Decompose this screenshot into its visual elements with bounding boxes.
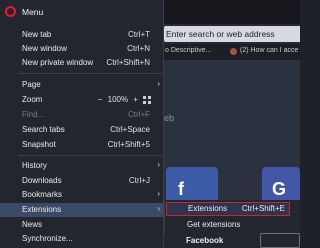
- tile-icon: G: [272, 179, 287, 199]
- chevron-right-icon: ›: [157, 160, 160, 169]
- menu-item-new-window[interactable]: New window Ctrl+N: [0, 42, 164, 56]
- submenu-item-shortcut: Ctrl+Shift+E: [241, 204, 285, 213]
- menu-item-label: Zoom: [22, 95, 43, 104]
- bookmark-favicon-icon: [230, 48, 237, 55]
- menu-item-snapshot[interactable]: Snapshot Ctrl+Shift+5: [0, 138, 164, 152]
- facebook-icon: f: [178, 179, 184, 199]
- submenu-item-extensions[interactable]: Extensions Ctrl+Shift+E: [166, 202, 290, 216]
- menu-item-page[interactable]: Page ›: [0, 78, 164, 92]
- opera-logo-icon: [5, 6, 16, 17]
- speed-dial-caption-facebook: Facebook: [186, 236, 224, 245]
- menu-item-label: Downloads: [22, 176, 62, 185]
- menu-item-label: Extensions: [22, 205, 62, 214]
- menu-header[interactable]: Menu: [0, 0, 164, 24]
- menu-item-downloads[interactable]: Downloads Ctrl+J: [0, 174, 164, 188]
- menu-item-shortcut: Ctrl+F: [128, 110, 150, 119]
- zoom-in-button[interactable]: +: [133, 95, 138, 104]
- menu-item-label: News: [22, 220, 43, 229]
- menu-item-label: Synchronize...: [22, 234, 73, 243]
- chevron-right-icon: ›: [157, 204, 160, 213]
- fullscreen-icon[interactable]: [143, 96, 151, 104]
- menu-title: Menu: [22, 7, 44, 17]
- menu-item-history[interactable]: History ›: [0, 159, 164, 173]
- menu-item-label: New window: [22, 44, 67, 53]
- address-placeholder: Enter search or web address: [166, 29, 275, 39]
- bookmark-item[interactable]: o Descriptive...: [165, 47, 211, 54]
- address-bar[interactable]: Enter search or web address: [164, 26, 300, 42]
- menu-item-shortcut: Ctrl+J: [128, 176, 150, 185]
- submenu-item-label: Extensions: [188, 204, 228, 213]
- menu-item-label: Bookmarks: [22, 190, 63, 199]
- menu-item-label: New tab: [22, 30, 52, 39]
- zoom-out-button[interactable]: −: [98, 95, 103, 104]
- menu-item-shortcut: Ctrl+Shift+5: [107, 140, 150, 149]
- submenu-item-label: Get extensions: [187, 220, 241, 229]
- menu-item-label: Search tabs: [22, 125, 65, 134]
- chevron-right-icon: ›: [157, 79, 160, 88]
- menu-item-find[interactable]: Find... Ctrl+F: [0, 108, 164, 122]
- menu-item-label: New private window: [22, 58, 94, 67]
- zoom-level: 100%: [107, 95, 129, 104]
- menu-item-news[interactable]: News: [0, 218, 164, 232]
- menu-item-synchronize[interactable]: Synchronize...: [0, 232, 164, 246]
- menu-item-new-tab[interactable]: New tab Ctrl+T: [0, 28, 164, 42]
- menu-separator: [18, 73, 164, 74]
- menu-separator: [18, 155, 164, 156]
- search-field-text: eb: [164, 113, 175, 123]
- chevron-right-icon: ›: [157, 189, 160, 198]
- bookmarks-bar: o Descriptive... (2) How can I acce: [164, 44, 300, 60]
- zoom-control: − 100% +: [98, 95, 138, 104]
- menu-item-zoom[interactable]: Zoom − 100% +: [0, 93, 164, 107]
- submenu-item-get-extensions[interactable]: Get extensions: [165, 218, 301, 232]
- menu-item-shortcut: Ctrl+N: [127, 44, 150, 53]
- speed-dial-tile-outline[interactable]: [260, 233, 300, 248]
- menu-item-label: Page: [22, 80, 41, 89]
- menu-item-extensions[interactable]: Extensions ›: [0, 203, 164, 217]
- menu-item-shortcut: Ctrl+T: [128, 30, 150, 39]
- menu-item-shortcut: Ctrl+Space: [110, 125, 150, 134]
- menu-item-shortcut: Ctrl+Shift+N: [106, 58, 150, 67]
- menu-item-label: Snapshot: [22, 140, 56, 149]
- bookmark-item[interactable]: (2) How can I acce: [240, 47, 298, 54]
- menu-item-search-tabs[interactable]: Search tabs Ctrl+Space: [0, 123, 164, 137]
- menu-item-new-private-window[interactable]: New private window Ctrl+Shift+N: [0, 56, 164, 70]
- menu-item-label: Find...: [22, 110, 45, 119]
- menu-item-bookmarks[interactable]: Bookmarks ›: [0, 188, 164, 202]
- main-menu: Menu New tab Ctrl+T New window Ctrl+N Ne…: [0, 0, 164, 248]
- menu-item-label: History: [22, 161, 47, 170]
